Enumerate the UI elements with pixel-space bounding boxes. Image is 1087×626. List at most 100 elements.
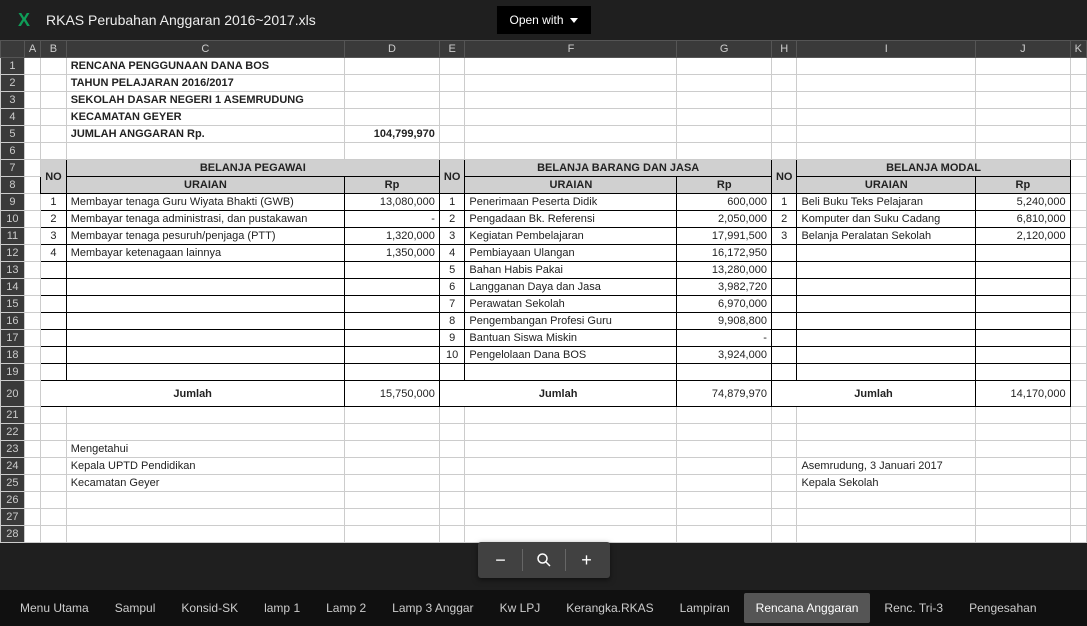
- rowhead-2[interactable]: 2: [1, 75, 25, 92]
- peg-ur-1: Membayar tenaga Guru Wiyata Bhakti (GWB): [66, 194, 344, 211]
- place-date: Asemrudung, 3 Januari 2017: [797, 458, 976, 475]
- spreadsheet-grid: A B C D E F G H I J K 1RENCANA PENGGUNAA…: [0, 40, 1087, 543]
- bar-ur-6: Langganan Daya dan Jasa: [465, 279, 677, 296]
- rowhead-19[interactable]: 19: [1, 364, 25, 381]
- colhead-H[interactable]: H: [771, 41, 797, 58]
- peg-no-1: 1: [41, 194, 67, 211]
- rowhead-9[interactable]: 9: [1, 194, 25, 211]
- minus-icon: −: [495, 550, 506, 571]
- tab-renc-tri-3[interactable]: Renc. Tri-3: [872, 593, 955, 623]
- colhead-G[interactable]: G: [677, 41, 772, 58]
- zoom-in-button[interactable]: +: [570, 546, 604, 574]
- open-with-label: Open with: [509, 13, 563, 27]
- colhead-K[interactable]: K: [1070, 41, 1086, 58]
- rowhead-7[interactable]: 7: [1, 160, 25, 177]
- tab-lamp-3-anggar[interactable]: Lamp 3 Anggar: [380, 593, 485, 623]
- anggaran-label: JUMLAH ANGGARAN Rp.: [66, 126, 344, 143]
- jumlah-peg-val: 15,750,000: [345, 381, 440, 407]
- mod-ur-1: Beli Buku Teks Pelajaran: [797, 194, 976, 211]
- tab-kerangka-rkas[interactable]: Kerangka.RKAS: [554, 593, 665, 623]
- rowhead-21[interactable]: 21: [1, 407, 25, 424]
- rowhead-16[interactable]: 16: [1, 313, 25, 330]
- bar-ur-2: Pengadaan Bk. Referensi: [465, 211, 677, 228]
- colhead-E[interactable]: E: [439, 41, 465, 58]
- colhead-D[interactable]: D: [345, 41, 440, 58]
- bar-rp-5: 13,280,000: [677, 262, 772, 279]
- rowhead-27[interactable]: 27: [1, 509, 25, 526]
- rowhead-3[interactable]: 3: [1, 92, 25, 109]
- title-2: TAHUN PELAJARAN 2016/2017: [66, 75, 344, 92]
- tab-rencana-anggaran[interactable]: Rencana Anggaran: [744, 593, 871, 623]
- open-with-wrap: Open with: [496, 6, 590, 34]
- tab-lampiran[interactable]: Lampiran: [668, 593, 742, 623]
- rowhead-1[interactable]: 1: [1, 58, 25, 75]
- open-with-button[interactable]: Open with: [496, 6, 590, 34]
- colhead-B[interactable]: B: [41, 41, 67, 58]
- zoom-out-button[interactable]: −: [484, 546, 518, 574]
- rowhead-23[interactable]: 23: [1, 441, 25, 458]
- rowhead-17[interactable]: 17: [1, 330, 25, 347]
- mod-rp-1: 5,240,000: [976, 194, 1071, 211]
- rowhead-10[interactable]: 10: [1, 211, 25, 228]
- peg-no-3: 3: [41, 228, 67, 245]
- colhead-J[interactable]: J: [976, 41, 1071, 58]
- sec-barang: BELANJA BARANG DAN JASA: [465, 160, 772, 177]
- bar-rp-6: 3,982,720: [677, 279, 772, 296]
- mod-ur-3: Belanja Peralatan Sekolah: [797, 228, 976, 245]
- tab-lamp-2[interactable]: Lamp 2: [314, 593, 378, 623]
- col-uraian-peg: URAIAN: [66, 177, 344, 194]
- separator: [522, 549, 523, 571]
- colhead-F[interactable]: F: [465, 41, 677, 58]
- tab-menu-utama[interactable]: Menu Utama: [8, 593, 101, 623]
- topbar: X RKAS Perubahan Anggaran 2016~2017.xls …: [0, 0, 1087, 40]
- rowhead-13[interactable]: 13: [1, 262, 25, 279]
- rowhead-18[interactable]: 18: [1, 347, 25, 364]
- mod-no-1: 1: [771, 194, 797, 211]
- peg-no-5: [41, 262, 67, 279]
- bar-no-6: 6: [439, 279, 465, 296]
- rowhead-5[interactable]: 5: [1, 126, 25, 143]
- rowhead-26[interactable]: 26: [1, 492, 25, 509]
- rowhead-14[interactable]: 14: [1, 279, 25, 296]
- col-no-mod: NO: [771, 160, 797, 194]
- rowhead-12[interactable]: 12: [1, 245, 25, 262]
- bar-ur-5: Bahan Habis Pakai: [465, 262, 677, 279]
- magnifier-icon: [535, 551, 553, 569]
- kepala-uptd: Kepala UPTD Pendidikan: [66, 458, 344, 475]
- corner-cell[interactable]: [1, 41, 25, 58]
- tab-pengesahan[interactable]: Pengesahan: [957, 593, 1048, 623]
- peg-ur-5: [66, 262, 344, 279]
- bar-no-5: 5: [439, 262, 465, 279]
- tab-kw-lpj[interactable]: Kw LPJ: [488, 593, 553, 623]
- rowhead-28[interactable]: 28: [1, 526, 25, 543]
- tab-konsid-sk[interactable]: Konsid-SK: [169, 593, 250, 623]
- rowhead-25[interactable]: 25: [1, 475, 25, 492]
- tab-sampul[interactable]: Sampul: [103, 593, 168, 623]
- rowhead-15[interactable]: 15: [1, 296, 25, 313]
- bar-rp-7: 6,970,000: [677, 296, 772, 313]
- mod-ur-2: Komputer dan Suku Cadang: [797, 211, 976, 228]
- tab-lamp-1[interactable]: lamp 1: [252, 593, 312, 623]
- bar-no-10: 10: [439, 347, 465, 364]
- spreadsheet-viewport[interactable]: A B C D E F G H I J K 1RENCANA PENGGUNAA…: [0, 40, 1087, 590]
- rowhead-24[interactable]: 24: [1, 458, 25, 475]
- rowhead-20[interactable]: 20: [1, 381, 25, 407]
- bar-no-7: 7: [439, 296, 465, 313]
- bar-rp-10: 3,924,000: [677, 347, 772, 364]
- rowhead-11[interactable]: 11: [1, 228, 25, 245]
- rowhead-22[interactable]: 22: [1, 424, 25, 441]
- chevron-down-icon: [570, 18, 578, 23]
- colhead-I[interactable]: I: [797, 41, 976, 58]
- bar-ur-3: Kegiatan Pembelajaran: [465, 228, 677, 245]
- sheet-tabbar: Menu Utama Sampul Konsid-SK lamp 1 Lamp …: [0, 590, 1087, 626]
- rowhead-6[interactable]: 6: [1, 143, 25, 160]
- mod-no-5: [771, 262, 797, 279]
- title-3: SEKOLAH DASAR NEGERI 1 ASEMRUDUNG: [66, 92, 344, 109]
- colhead-C[interactable]: C: [66, 41, 344, 58]
- rowhead-4[interactable]: 4: [1, 109, 25, 126]
- rowhead-8[interactable]: 8: [1, 177, 25, 194]
- jumlah-bar-val: 74,879,970: [677, 381, 772, 407]
- zoom-reset-button[interactable]: [527, 546, 561, 574]
- mod-rp-5: [976, 262, 1071, 279]
- colhead-A[interactable]: A: [24, 41, 40, 58]
